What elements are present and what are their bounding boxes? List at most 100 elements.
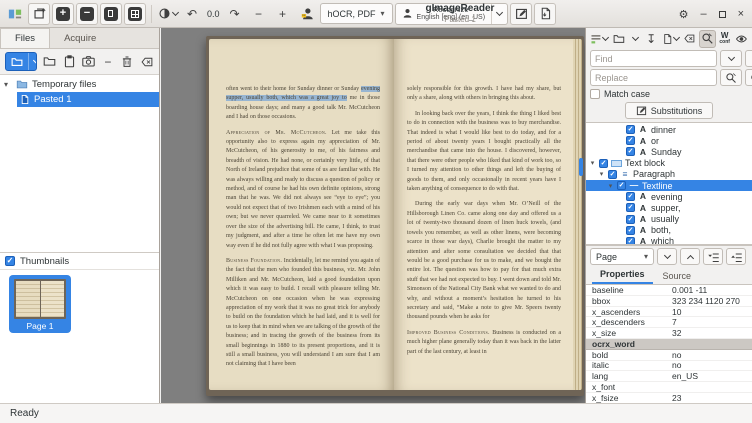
- checkbox[interactable]: ✓: [599, 159, 608, 168]
- property-row[interactable]: x_font: [586, 382, 752, 393]
- checkbox[interactable]: ✓: [617, 181, 626, 190]
- minimize-button[interactable]: –: [700, 8, 706, 20]
- close-button[interactable]: ×: [738, 8, 744, 20]
- tree-item-word[interactable]: ✓ A Sunday: [586, 146, 752, 157]
- match-case-checkbox[interactable]: [590, 89, 600, 99]
- property-row[interactable]: x_fsize23: [586, 393, 752, 403]
- property-row[interactable]: baseline0.001 -11: [586, 285, 752, 296]
- page-increment-button[interactable]: +: [272, 3, 294, 25]
- collapse-all-button[interactable]: [726, 248, 746, 265]
- rotate-left-button[interactable]: ↶: [181, 3, 203, 25]
- expand-all-button[interactable]: [703, 248, 723, 265]
- property-row[interactable]: boldno: [586, 350, 752, 361]
- ocr-output-mode-select[interactable]: hOCR, PDF ▾: [320, 3, 393, 24]
- checkbox[interactable]: ✓: [626, 136, 635, 145]
- zoom-fit-button[interactable]: [124, 3, 146, 25]
- property-section-ocrx-word[interactable]: ocrx_word: [586, 339, 752, 350]
- expander-icon[interactable]: ▾: [589, 159, 596, 167]
- section-heading: Appreciation of Mr. McCutcheon.: [226, 130, 327, 136]
- canvas-scrollbar[interactable]: [579, 158, 583, 176]
- delete-source-button[interactable]: [120, 53, 134, 71]
- page-decrement-button[interactable]: −: [248, 3, 270, 25]
- checkbox[interactable]: ✓: [626, 147, 635, 156]
- tab-acquire[interactable]: Acquire: [50, 28, 110, 48]
- rotate-right-button[interactable]: ↷: [224, 3, 246, 25]
- find-input[interactable]: [590, 50, 717, 67]
- find-replace-toggle-button[interactable]: [699, 30, 716, 48]
- checkbox[interactable]: ✓: [608, 170, 617, 179]
- find-next-button[interactable]: [720, 50, 742, 67]
- match-case-row: Match case: [586, 87, 752, 101]
- remove-source-button[interactable]: −: [101, 53, 115, 71]
- previous-item-button[interactable]: [680, 248, 700, 265]
- thumbnail-page-1[interactable]: Page 1: [9, 275, 71, 333]
- tab-files[interactable]: Files: [0, 28, 50, 48]
- open-button[interactable]: [6, 53, 28, 70]
- zoom-original-button[interactable]: [100, 3, 122, 25]
- word-confidence-toggle-button[interactable]: Wconf: [717, 30, 732, 48]
- tree-item-text-block[interactable]: ▾ ✓ Text block: [586, 158, 752, 169]
- show-sources-pane-button[interactable]: [4, 3, 26, 25]
- tree-item-word[interactable]: ✓ A or: [586, 135, 752, 146]
- property-row[interactable]: x_size32: [586, 328, 752, 339]
- maximize-button[interactable]: [719, 11, 726, 18]
- find-previous-button[interactable]: [745, 50, 752, 67]
- rotation-angle-value[interactable]: 0.0: [205, 9, 222, 19]
- replace-all-button[interactable]: [745, 69, 752, 86]
- save-output-button[interactable]: [534, 3, 556, 25]
- open-hocr-dropdown-button[interactable]: [628, 30, 643, 48]
- save-hocr-button[interactable]: ↧: [644, 30, 659, 48]
- thumbnails-checkbox[interactable]: ✓: [5, 256, 15, 266]
- property-row[interactable]: italicno: [586, 361, 752, 372]
- property-row[interactable]: bbox323 234 1120 270: [586, 296, 752, 307]
- export-button[interactable]: [660, 30, 681, 48]
- tab-properties[interactable]: Properties: [592, 267, 653, 284]
- preview-toggle-button[interactable]: [733, 30, 750, 48]
- insert-mode-button[interactable]: [588, 30, 610, 48]
- tree-item-label: both,: [651, 225, 671, 235]
- property-row[interactable]: x_ascenders10: [586, 307, 752, 318]
- zoom-in-button[interactable]: +: [52, 3, 74, 25]
- tree-item-word[interactable]: ✓ A both,: [586, 225, 752, 236]
- clear-output-button[interactable]: [681, 30, 698, 48]
- ocr-language-button[interactable]: [296, 3, 318, 25]
- property-row[interactable]: langen_US: [586, 371, 752, 382]
- tree-item-word[interactable]: ✓ A which: [586, 236, 752, 245]
- navigation-target-select[interactable]: Page ▾: [590, 248, 654, 265]
- section-heading: Improved Business Conditions.: [407, 330, 490, 336]
- tree-item-word[interactable]: ✓ A dinner: [586, 124, 752, 135]
- add-folder-button[interactable]: [42, 53, 56, 71]
- tree-item-temporary-files[interactable]: ▾ Temporary files: [0, 77, 159, 92]
- replace-input[interactable]: [590, 69, 717, 86]
- tree-item-word[interactable]: ✓ A evening: [586, 191, 752, 202]
- checkbox[interactable]: ✓: [626, 192, 635, 201]
- rotate-mode-button[interactable]: [28, 3, 50, 25]
- next-item-button[interactable]: [657, 248, 677, 265]
- image-controls-button[interactable]: [157, 3, 179, 25]
- open-hocr-button[interactable]: [611, 30, 627, 48]
- property-row[interactable]: x_descenders7: [586, 317, 752, 328]
- tab-source[interactable]: Source: [655, 269, 700, 284]
- checkbox[interactable]: ✓: [626, 226, 635, 235]
- checkbox[interactable]: ✓: [626, 125, 635, 134]
- tree-item-textline-selected[interactable]: ▾ ✓ — Textline: [586, 180, 752, 191]
- paste-button[interactable]: [62, 53, 76, 71]
- tree-item-word[interactable]: ✓ A supper,: [586, 202, 752, 213]
- checkbox[interactable]: ✓: [626, 215, 635, 224]
- zoom-out-button[interactable]: −: [76, 3, 98, 25]
- expander-icon[interactable]: ▾: [4, 80, 12, 89]
- document-canvas[interactable]: often went to their home for Sunday dinn…: [161, 28, 585, 403]
- expander-icon[interactable]: ▾: [598, 170, 605, 178]
- expander-icon[interactable]: ▾: [607, 182, 614, 190]
- replace-button[interactable]: [720, 69, 742, 86]
- tree-item-word[interactable]: ✓ A usually: [586, 214, 752, 225]
- clear-sources-button[interactable]: [140, 53, 154, 71]
- checkbox[interactable]: ✓: [626, 203, 635, 212]
- checkbox[interactable]: ✓: [626, 237, 635, 245]
- substitutions-button[interactable]: Substitutions: [625, 102, 714, 119]
- open-dropdown-button[interactable]: [28, 53, 37, 70]
- settings-button[interactable]: ⚙: [679, 8, 689, 21]
- screenshot-button[interactable]: [81, 53, 95, 71]
- tree-item-pasted-1[interactable]: Pasted 1: [17, 92, 159, 107]
- tree-item-paragraph[interactable]: ▾ ✓ ≡ Paragraph: [586, 169, 752, 180]
